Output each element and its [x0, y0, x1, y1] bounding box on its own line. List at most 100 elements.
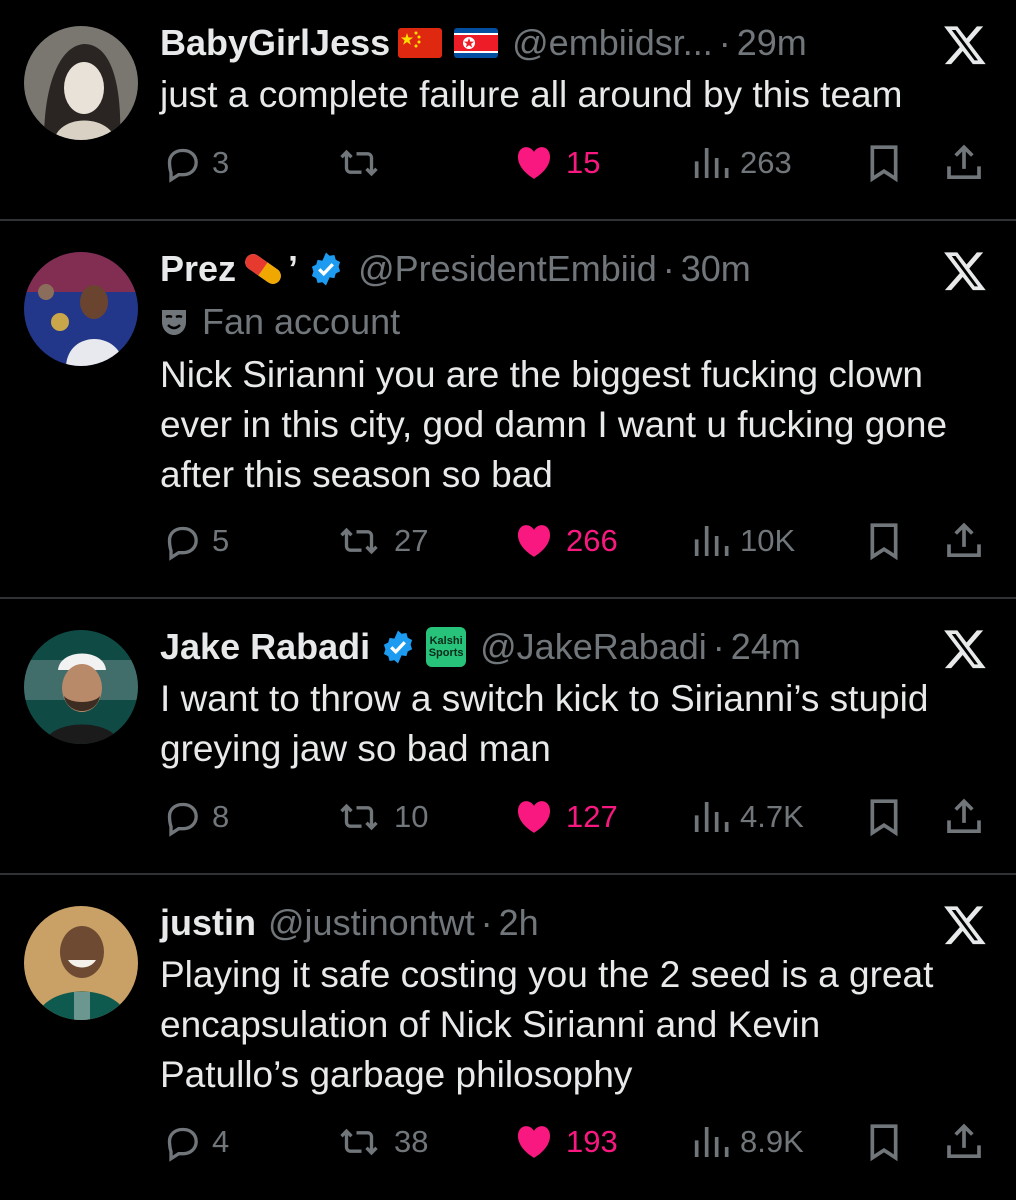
action-bar: 8 10 127 4.7K — [0, 792, 1016, 842]
avatar[interactable] — [24, 906, 138, 1020]
share-button[interactable] — [944, 516, 984, 566]
bookmark-button[interactable] — [864, 138, 904, 188]
views-button[interactable]: 4.7K — [690, 792, 804, 842]
retweet-button[interactable]: 27 — [334, 516, 428, 566]
handle[interactable]: @JakeRabadi — [480, 626, 707, 668]
like-button[interactable]: 127 — [512, 792, 618, 842]
x-logo-icon — [940, 22, 990, 68]
retweet-button[interactable]: 38 — [334, 1117, 428, 1167]
heart-icon — [512, 521, 556, 561]
heart-icon — [512, 797, 556, 837]
action-bar: 3 15 263 — [0, 138, 1016, 188]
display-name[interactable]: Jake Rabadi — [160, 626, 370, 668]
views-button[interactable]: 8.9K — [690, 1117, 804, 1167]
bookmark-icon — [864, 521, 904, 561]
avatar[interactable] — [24, 252, 138, 366]
view-count: 4.7K — [740, 799, 804, 834]
views-button[interactable]: 10K — [690, 516, 795, 566]
bookmark-icon — [864, 143, 904, 183]
retweet-icon — [334, 521, 384, 561]
tweet-header: justin @justinontwt · 2h — [160, 898, 936, 948]
display-name[interactable]: justin — [160, 902, 256, 944]
tweet-header: Prez ’ @PresidentEmbiid · 30m — [160, 244, 936, 294]
reply-count: 5 — [212, 523, 230, 558]
separator-dot: · — [718, 22, 731, 63]
bookmark-button[interactable] — [864, 792, 904, 842]
tweet-text: Nick Sirianni you are the biggest fuckin… — [160, 350, 1000, 500]
tweet-text-line: encapsulation of Nick Sirianni and Kevin — [160, 1004, 821, 1045]
separator-dot: · — [712, 626, 725, 667]
reply-button[interactable]: 3 — [162, 138, 229, 188]
reply-count: 8 — [212, 799, 230, 834]
timestamp[interactable]: 30m — [681, 248, 751, 290]
like-button[interactable]: 266 — [512, 516, 618, 566]
tweet-text-line: I want to throw a switch kick to Siriann… — [160, 678, 929, 719]
share-button[interactable] — [944, 792, 984, 842]
display-name[interactable]: Prez — [160, 248, 236, 290]
tweet-text-line: Patullo’s garbage philosophy — [160, 1054, 633, 1095]
like-count: 193 — [566, 1124, 618, 1159]
kalshi-line: Kalshi — [429, 635, 463, 647]
verified-icon — [308, 251, 344, 287]
tweet-text: Playing it safe costing you the 2 seed i… — [160, 950, 1000, 1100]
x-logo-icon — [940, 248, 990, 294]
retweet-button[interactable]: 10 — [334, 792, 428, 842]
retweet-count: 38 — [394, 1124, 429, 1159]
like-count: 266 — [566, 523, 618, 558]
tweet-text-line: Nick Sirianni you are the biggest fuckin… — [160, 354, 923, 395]
reply-icon — [162, 1122, 202, 1162]
like-button[interactable]: 193 — [512, 1117, 618, 1167]
bookmark-icon — [864, 1122, 904, 1162]
timestamp[interactable]: 29m — [737, 22, 807, 64]
sports-line: Sports — [428, 647, 464, 659]
avatar[interactable] — [24, 26, 138, 140]
timestamp[interactable]: 24m — [731, 626, 801, 668]
timestamp[interactable]: 2h — [499, 902, 539, 944]
reply-count: 3 — [212, 145, 230, 180]
bookmark-button[interactable] — [864, 1117, 904, 1167]
tweet-text-line: after this season so bad — [160, 454, 553, 495]
bookmark-button[interactable] — [864, 516, 904, 566]
view-count: 263 — [740, 145, 792, 180]
flag-china-icon — [398, 28, 443, 58]
handle[interactable]: @justinontwt — [268, 902, 475, 944]
tweet-header: BabyGirlJess @embiidsr... · 29m — [160, 18, 936, 68]
like-count: 127 — [566, 799, 618, 834]
views-icon — [690, 143, 730, 183]
retweet-button[interactable] — [334, 138, 394, 188]
x-logo-icon — [940, 902, 990, 948]
views-icon — [690, 521, 730, 561]
tweet-text: just a complete failure all around by th… — [160, 70, 1000, 120]
avatar[interactable] — [24, 630, 138, 744]
handle[interactable]: @PresidentEmbiid — [358, 248, 657, 290]
tweet-text-line: greying jaw so bad man — [160, 728, 551, 769]
x-logo-icon — [940, 626, 990, 672]
reply-button[interactable]: 4 — [162, 1117, 229, 1167]
share-button[interactable] — [944, 138, 984, 188]
retweet-icon — [334, 143, 384, 183]
view-count: 8.9K — [740, 1124, 804, 1159]
action-bar: 5 27 266 10K — [0, 516, 1016, 566]
retweet-count: 10 — [394, 799, 429, 834]
reply-icon — [162, 521, 202, 561]
retweet-icon — [334, 797, 384, 837]
separator-dot: · — [480, 902, 493, 943]
like-button[interactable]: 15 — [512, 138, 600, 188]
retweet-icon — [334, 1122, 384, 1162]
like-count: 15 — [566, 145, 601, 180]
kalshi-sports-logo: Kalshi Sports — [426, 627, 467, 667]
bookmark-icon — [864, 797, 904, 837]
views-button[interactable]: 263 — [690, 138, 792, 188]
tweet-text-line: Playing it safe costing you the 2 seed i… — [160, 954, 934, 995]
fan-account-text: Fan account — [202, 301, 401, 342]
divider — [0, 597, 1016, 599]
reply-icon — [162, 797, 202, 837]
share-icon — [944, 1122, 984, 1162]
reply-button[interactable]: 5 — [162, 516, 229, 566]
handle[interactable]: @embiidsr... — [512, 22, 713, 64]
display-name-suffix: ’ — [288, 248, 299, 289]
reply-button[interactable]: 8 — [162, 792, 229, 842]
display-name[interactable]: BabyGirlJess — [160, 22, 390, 64]
share-button[interactable] — [944, 1117, 984, 1167]
views-icon — [690, 1122, 730, 1162]
